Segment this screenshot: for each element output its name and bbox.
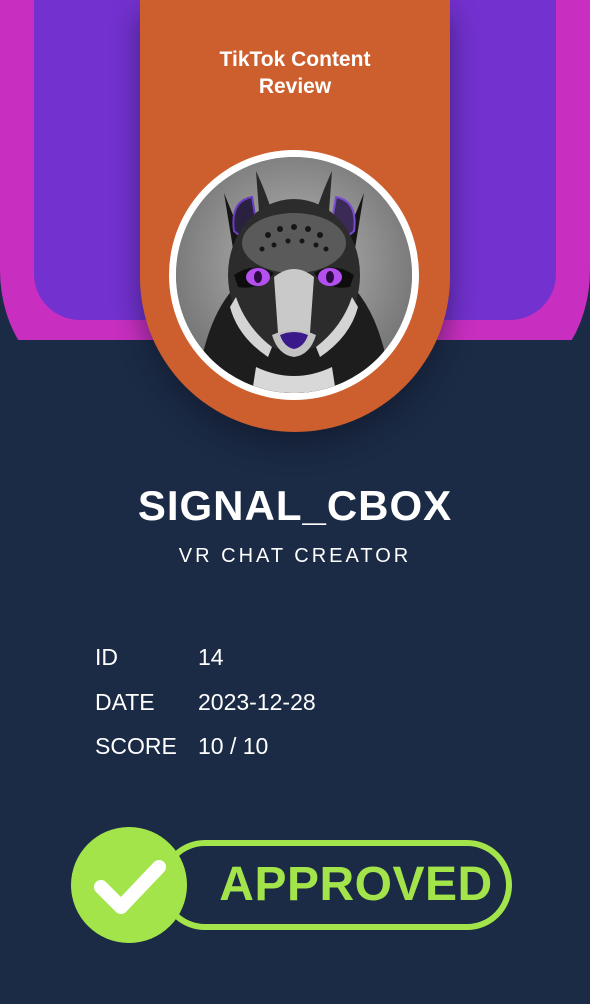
detail-label: DATE (95, 689, 155, 715)
banner-title-line2: Review (258, 75, 332, 98)
check-badge (71, 827, 187, 943)
detail-value: 2023-12-28 (198, 689, 316, 715)
banner-title: TikTok Content Review (140, 46, 450, 100)
detail-value: 10 / 10 (198, 733, 269, 759)
creator-name: SIGNAL_CBOX (137, 482, 453, 529)
check-icon (94, 860, 166, 914)
avatar-image (176, 157, 412, 393)
detail-label: ID (95, 644, 118, 670)
detail-label: SCORE (95, 733, 177, 759)
banner-title-line1: TikTok Content (219, 48, 371, 71)
avatar (176, 157, 412, 393)
creator-role: VR CHAT CREATOR (178, 545, 412, 567)
review-card: TikTok Content Review SIGNAL_CBOX VR CHA… (0, 0, 590, 1004)
detail-value: 14 (198, 644, 224, 670)
approved-badge-label: APPROVED (219, 858, 493, 911)
